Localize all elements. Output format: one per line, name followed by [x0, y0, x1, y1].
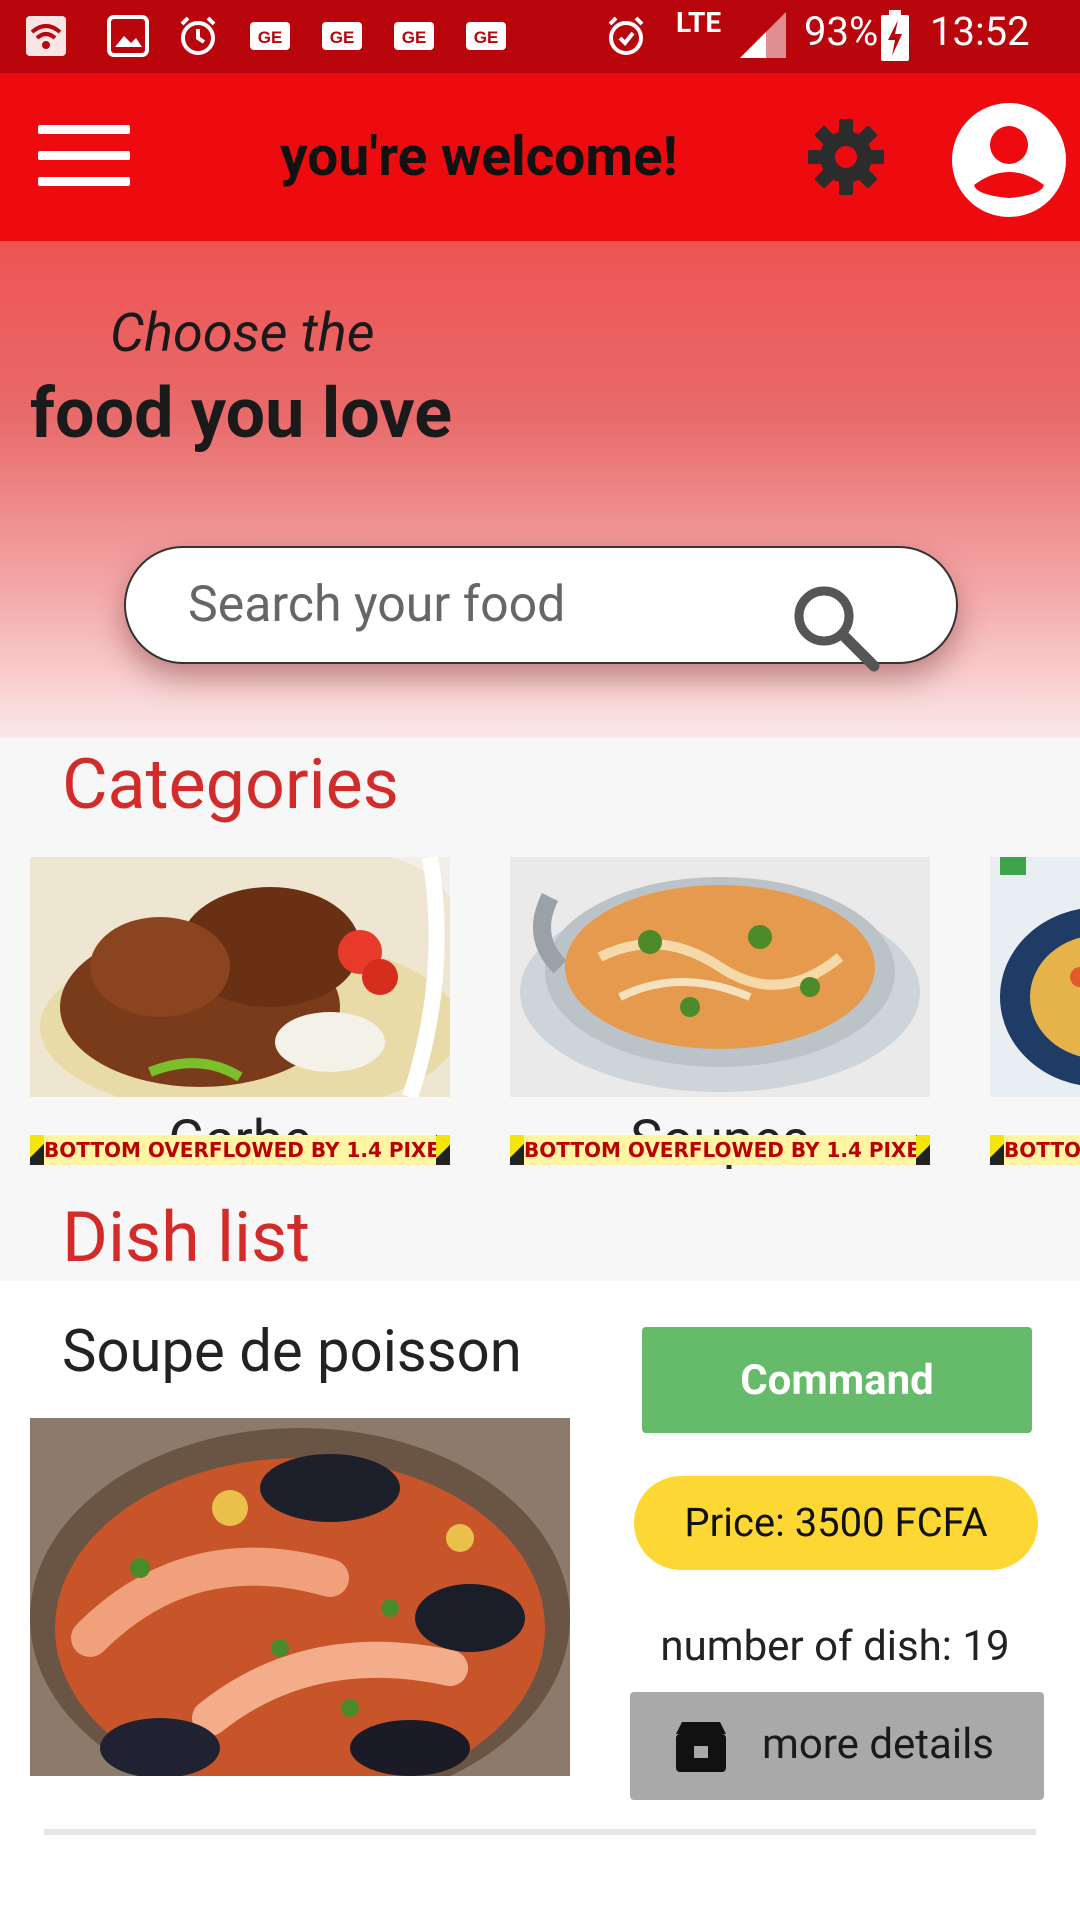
category-card-garbe[interactable]: Garbe BOTTOM OVERFLOWED BY 1.4 PIXELS — [30, 857, 450, 1172]
category-image — [990, 857, 1080, 1097]
dish-count: number of dish: 19 — [660, 1622, 1010, 1671]
battery-percent: 93% — [804, 8, 879, 55]
ge-icon: GE — [394, 22, 434, 50]
dish-name: Soupe de poisson — [62, 1318, 522, 1386]
ge-icon: GE — [466, 22, 506, 50]
categories-title: Categories — [62, 744, 399, 826]
more-details-label: more details — [762, 1720, 994, 1769]
search-input[interactable] — [186, 574, 770, 636]
alarm-icon — [608, 16, 644, 55]
overflow-warning: BOTTOM OVERFLOWED BY 1.4 PIXELS — [30, 1135, 450, 1165]
battery-icon — [881, 10, 909, 61]
svg-text:GE: GE — [330, 28, 355, 47]
image-icon — [107, 15, 149, 57]
dish-image[interactable] — [30, 1418, 570, 1776]
store-icon — [676, 1722, 726, 1772]
wifi-icon — [26, 16, 66, 56]
lte-icon: LTE — [676, 6, 722, 39]
alarm-icon — [180, 16, 216, 55]
category-card-soupes[interactable]: Soupes BOTTOM OVERFLOWED BY 1.4 PIXELS — [510, 857, 930, 1172]
ge-icon: GE — [250, 22, 290, 50]
app-bar: you're welcome! — [0, 73, 1080, 241]
overflow-warning: BOTTOM OVERFLOWED BY 1.4 PIXELS — [990, 1135, 1080, 1165]
dish-list-title: Dish list — [62, 1197, 311, 1279]
app-title: you're welcome! — [280, 125, 678, 189]
clock: 13:52 — [930, 8, 1030, 55]
categories-header: Categories — [0, 738, 1080, 828]
svg-text:GE: GE — [258, 28, 283, 47]
ge-icon: GE — [322, 22, 362, 50]
svg-text:GE: GE — [474, 28, 499, 47]
menu-icon[interactable] — [38, 125, 130, 187]
category-card-third[interactable]: BOTTOM OVERFLOWED BY 1.4 PIXELS — [990, 857, 1080, 1167]
hero-subtitle: Choose the — [110, 302, 375, 365]
signal-icon — [740, 12, 786, 58]
divider — [44, 1829, 1036, 1835]
search-bar[interactable] — [124, 546, 958, 672]
categories-carousel[interactable]: Garbe BOTTOM OVERFLOWED BY 1.4 PIXELS So… — [0, 827, 1080, 1191]
hero-headline: food you love — [30, 373, 453, 455]
account-icon[interactable] — [952, 103, 1066, 217]
search-icon[interactable] — [788, 580, 882, 674]
svg-text:GE: GE — [402, 28, 427, 47]
status-bar: GE GE GE GE LTE 93% 13:52 — [0, 0, 1080, 73]
command-button[interactable]: Command — [642, 1327, 1032, 1433]
category-image — [30, 857, 450, 1097]
category-image — [510, 857, 930, 1097]
dish-list-header: Dish list — [0, 1191, 1080, 1281]
more-details-button[interactable]: more details — [630, 1692, 1044, 1800]
price-badge: Price: 3500 FCFA — [634, 1476, 1038, 1570]
overflow-warning: BOTTOM OVERFLOWED BY 1.4 PIXELS — [510, 1135, 930, 1165]
gear-icon[interactable] — [804, 115, 888, 199]
